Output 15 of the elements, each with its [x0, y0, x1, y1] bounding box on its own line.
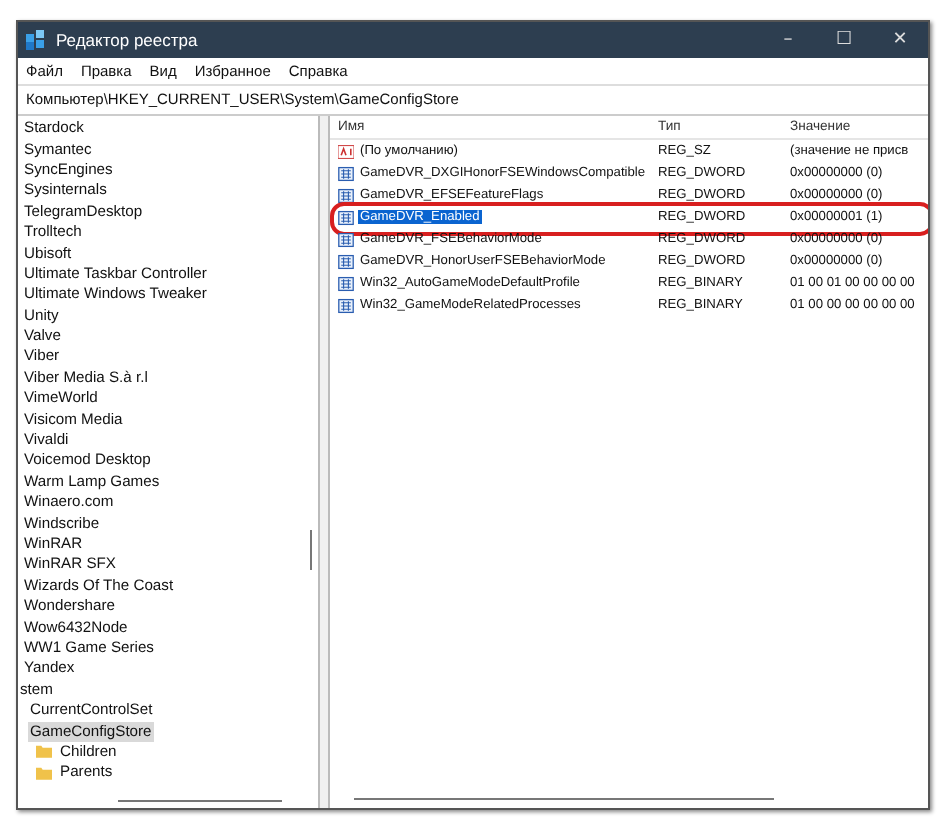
binary-value-icon: [338, 297, 354, 313]
close-button[interactable]: ✕: [872, 22, 928, 58]
binary-value-icon: [338, 187, 354, 203]
minimize-button[interactable]: –: [760, 22, 816, 58]
binary-value-icon: [338, 209, 354, 225]
binary-value-icon: [338, 275, 354, 291]
scrollbar-thumb[interactable]: [118, 800, 282, 802]
scrollbar-thumb[interactable]: [310, 530, 312, 570]
string-value-icon: [338, 143, 354, 159]
maximize-button[interactable]: ☐: [816, 22, 872, 58]
binary-value-icon: [338, 253, 354, 269]
binary-value-icon: [338, 165, 354, 181]
window-title: Редактор реестра: [56, 30, 198, 50]
scrollbar-thumb[interactable]: [354, 798, 774, 800]
registry-icon: [26, 30, 46, 50]
